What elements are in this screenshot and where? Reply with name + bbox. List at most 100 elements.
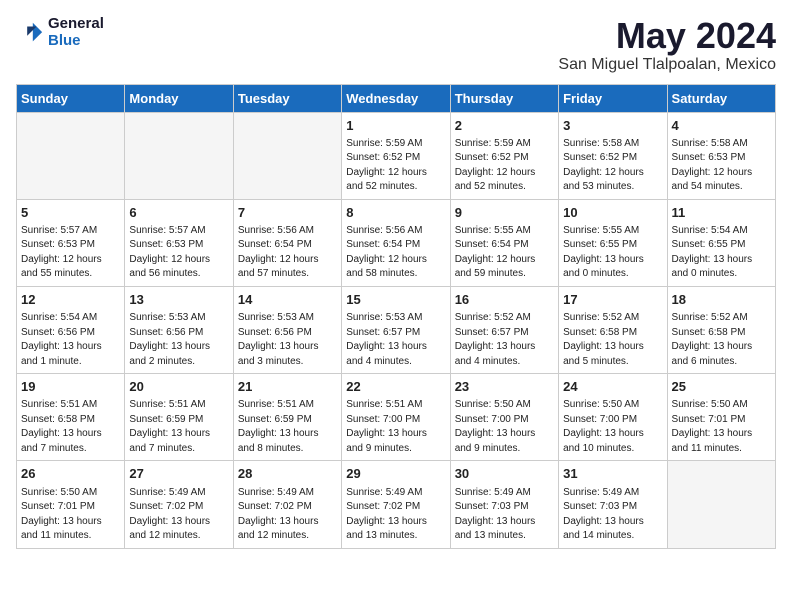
logo-icon <box>16 19 44 47</box>
day-info: Sunrise: 5:51 AM Sunset: 6:58 PM Dayligh… <box>21 398 120 456</box>
title-block: May 2024 San Miguel Tlalpoalan, Mexico <box>558 16 776 74</box>
day-info: Sunrise: 5:52 AM Sunset: 6:58 PM Dayligh… <box>672 311 771 369</box>
header-cell-thursday: Thursday <box>450 84 558 112</box>
calendar-cell: 16 Sunrise: 5:52 AM Sunset: 6:57 PM Dayli… <box>450 286 558 373</box>
day-info: Sunrise: 5:49 AM Sunset: 7:02 PM Dayligh… <box>129 486 228 544</box>
day-number: 11 <box>672 204 771 222</box>
day-number: 13 <box>129 291 228 309</box>
calendar-cell: 8 Sunrise: 5:56 AM Sunset: 6:54 PM Daylig… <box>342 199 450 286</box>
day-info: Sunrise: 5:58 AM Sunset: 6:52 PM Dayligh… <box>563 137 662 195</box>
calendar-cell: 5 Sunrise: 5:57 AM Sunset: 6:53 PM Daylig… <box>17 199 125 286</box>
day-number: 16 <box>455 291 554 309</box>
day-info: Sunrise: 5:59 AM Sunset: 6:52 PM Dayligh… <box>346 137 445 195</box>
day-number: 8 <box>346 204 445 222</box>
day-number: 19 <box>21 378 120 396</box>
calendar-cell: 15 Sunrise: 5:53 AM Sunset: 6:57 PM Dayli… <box>342 286 450 373</box>
calendar-cell: 22 Sunrise: 5:51 AM Sunset: 7:00 PM Dayli… <box>342 374 450 461</box>
day-number: 31 <box>563 465 662 483</box>
week-row: 5 Sunrise: 5:57 AM Sunset: 6:53 PM Daylig… <box>17 199 776 286</box>
day-number: 18 <box>672 291 771 309</box>
day-info: Sunrise: 5:51 AM Sunset: 7:00 PM Dayligh… <box>346 398 445 456</box>
day-info: Sunrise: 5:56 AM Sunset: 6:54 PM Dayligh… <box>346 224 445 282</box>
day-number: 30 <box>455 465 554 483</box>
day-info: Sunrise: 5:52 AM Sunset: 6:57 PM Dayligh… <box>455 311 554 369</box>
location-title: San Miguel Tlalpoalan, Mexico <box>558 56 776 74</box>
calendar-cell <box>667 461 775 548</box>
calendar-cell: 23 Sunrise: 5:50 AM Sunset: 7:00 PM Dayli… <box>450 374 558 461</box>
day-number: 1 <box>346 117 445 135</box>
day-info: Sunrise: 5:50 AM Sunset: 7:00 PM Dayligh… <box>455 398 554 456</box>
calendar-header: SundayMondayTuesdayWednesdayThursdayFrid… <box>17 84 776 112</box>
day-number: 3 <box>563 117 662 135</box>
calendar-cell: 29Sunrise: 5:49 AM Sunset: 7:02 PM Dayli… <box>342 461 450 548</box>
calendar-body: 1 Sunrise: 5:59 AM Sunset: 6:52 PM Daylig… <box>17 112 776 548</box>
day-info: Sunrise: 5:53 AM Sunset: 6:56 PM Dayligh… <box>238 311 337 369</box>
day-number: 28 <box>238 465 337 483</box>
calendar-cell: 4Sunrise: 5:58 AM Sunset: 6:53 PM Daylig… <box>667 112 775 199</box>
week-row: 19 Sunrise: 5:51 AM Sunset: 6:58 PM Dayli… <box>17 374 776 461</box>
day-number: 20 <box>129 378 228 396</box>
day-info: Sunrise: 5:49 AM Sunset: 7:03 PM Dayligh… <box>455 486 554 544</box>
month-title: May 2024 <box>558 16 776 56</box>
calendar-cell: 18 Sunrise: 5:52 AM Sunset: 6:58 PM Dayli… <box>667 286 775 373</box>
day-info: Sunrise: 5:49 AM Sunset: 7:02 PM Dayligh… <box>346 486 445 544</box>
calendar-cell: 6 Sunrise: 5:57 AM Sunset: 6:53 PM Daylig… <box>125 199 233 286</box>
calendar-cell: 25Sunrise: 5:50 AM Sunset: 7:01 PM Dayli… <box>667 374 775 461</box>
day-number: 9 <box>455 204 554 222</box>
day-info: Sunrise: 5:54 AM Sunset: 6:56 PM Dayligh… <box>21 311 120 369</box>
day-number: 23 <box>455 378 554 396</box>
calendar-cell: 7Sunrise: 5:56 AM Sunset: 6:54 PM Daylig… <box>233 199 341 286</box>
calendar-cell <box>17 112 125 199</box>
day-number: 5 <box>21 204 120 222</box>
logo: General Blue <box>16 16 104 49</box>
day-info: Sunrise: 5:58 AM Sunset: 6:53 PM Dayligh… <box>672 137 771 195</box>
day-number: 10 <box>563 204 662 222</box>
header-cell-wednesday: Wednesday <box>342 84 450 112</box>
calendar-cell: 27 Sunrise: 5:49 AM Sunset: 7:02 PM Dayli… <box>125 461 233 548</box>
day-number: 6 <box>129 204 228 222</box>
day-number: 14 <box>238 291 337 309</box>
calendar-cell: 2Sunrise: 5:59 AM Sunset: 6:52 PM Daylig… <box>450 112 558 199</box>
calendar-cell: 13 Sunrise: 5:53 AM Sunset: 6:56 PM Dayli… <box>125 286 233 373</box>
calendar-cell: 10 Sunrise: 5:55 AM Sunset: 6:55 PM Dayli… <box>559 199 667 286</box>
calendar-cell <box>125 112 233 199</box>
calendar-cell: 12Sunrise: 5:54 AM Sunset: 6:56 PM Dayli… <box>17 286 125 373</box>
calendar-cell: 28Sunrise: 5:49 AM Sunset: 7:02 PM Dayli… <box>233 461 341 548</box>
header-cell-friday: Friday <box>559 84 667 112</box>
calendar-cell: 20 Sunrise: 5:51 AM Sunset: 6:59 PM Dayli… <box>125 374 233 461</box>
day-info: Sunrise: 5:51 AM Sunset: 6:59 PM Dayligh… <box>238 398 337 456</box>
logo-text: General Blue <box>48 16 104 49</box>
calendar-cell: 30 Sunrise: 5:49 AM Sunset: 7:03 PM Dayli… <box>450 461 558 548</box>
calendar-cell: 1 Sunrise: 5:59 AM Sunset: 6:52 PM Daylig… <box>342 112 450 199</box>
day-number: 21 <box>238 378 337 396</box>
day-info: Sunrise: 5:57 AM Sunset: 6:53 PM Dayligh… <box>129 224 228 282</box>
header-cell-monday: Monday <box>125 84 233 112</box>
header-cell-saturday: Saturday <box>667 84 775 112</box>
day-number: 15 <box>346 291 445 309</box>
calendar-cell <box>233 112 341 199</box>
page-header: General Blue May 2024 San Miguel Tlalpoa… <box>16 16 776 74</box>
week-row: 12Sunrise: 5:54 AM Sunset: 6:56 PM Dayli… <box>17 286 776 373</box>
calendar-cell: 17Sunrise: 5:52 AM Sunset: 6:58 PM Dayli… <box>559 286 667 373</box>
day-number: 24 <box>563 378 662 396</box>
day-number: 22 <box>346 378 445 396</box>
day-info: Sunrise: 5:59 AM Sunset: 6:52 PM Dayligh… <box>455 137 554 195</box>
day-info: Sunrise: 5:49 AM Sunset: 7:03 PM Dayligh… <box>563 486 662 544</box>
day-info: Sunrise: 5:51 AM Sunset: 6:59 PM Dayligh… <box>129 398 228 456</box>
day-number: 27 <box>129 465 228 483</box>
day-info: Sunrise: 5:53 AM Sunset: 6:57 PM Dayligh… <box>346 311 445 369</box>
day-info: Sunrise: 5:50 AM Sunset: 7:01 PM Dayligh… <box>672 398 771 456</box>
day-number: 17 <box>563 291 662 309</box>
logo-general: General <box>48 16 104 33</box>
day-info: Sunrise: 5:55 AM Sunset: 6:55 PM Dayligh… <box>563 224 662 282</box>
day-info: Sunrise: 5:53 AM Sunset: 6:56 PM Dayligh… <box>129 311 228 369</box>
header-row: SundayMondayTuesdayWednesdayThursdayFrid… <box>17 84 776 112</box>
calendar-cell: 24Sunrise: 5:50 AM Sunset: 7:00 PM Dayli… <box>559 374 667 461</box>
calendar-cell: 14 Sunrise: 5:53 AM Sunset: 6:56 PM Dayli… <box>233 286 341 373</box>
day-info: Sunrise: 5:57 AM Sunset: 6:53 PM Dayligh… <box>21 224 120 282</box>
calendar-cell: 11 Sunrise: 5:54 AM Sunset: 6:55 PM Dayli… <box>667 199 775 286</box>
calendar-cell: 26Sunrise: 5:50 AM Sunset: 7:01 PM Dayli… <box>17 461 125 548</box>
day-number: 26 <box>21 465 120 483</box>
day-info: Sunrise: 5:54 AM Sunset: 6:55 PM Dayligh… <box>672 224 771 282</box>
header-cell-tuesday: Tuesday <box>233 84 341 112</box>
